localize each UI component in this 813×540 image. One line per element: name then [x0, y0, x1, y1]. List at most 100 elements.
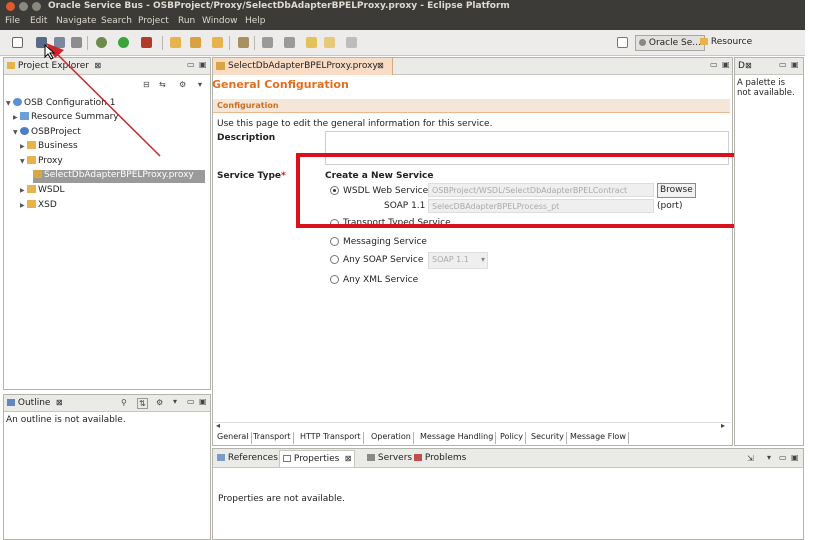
open-perspective-icon[interactable]	[617, 37, 628, 48]
wand-icon[interactable]	[190, 37, 201, 48]
minimize-icon[interactable]: ▭	[779, 453, 787, 462]
page-tab-security[interactable]: Security	[529, 432, 567, 444]
page-tab-message-handling[interactable]: Message Handling	[418, 432, 497, 444]
scroll-right-icon[interactable]: ▸	[721, 421, 725, 430]
last-edit-icon[interactable]	[306, 37, 317, 48]
configuration-section-bar[interactable]: Configuration	[213, 99, 730, 113]
radio-messaging-service[interactable]	[330, 237, 339, 246]
resource-perspective-icon	[700, 38, 708, 45]
chevron-right-icon[interactable]: ▶	[13, 114, 20, 121]
chevron-right-icon[interactable]: ▶	[20, 187, 27, 194]
references-icon	[217, 454, 225, 461]
minimize-icon[interactable]: ▭	[187, 60, 195, 69]
menu-window[interactable]: Window	[202, 16, 238, 26]
new-icon[interactable]	[12, 37, 23, 48]
new-folder-icon[interactable]	[170, 37, 181, 48]
tree-item-osbproject[interactable]: ▼ OSBProject	[13, 127, 81, 140]
chevron-right-icon[interactable]: ▶	[20, 202, 27, 209]
open-folder-icon[interactable]	[212, 37, 223, 48]
view-menu-icon[interactable]: ▾	[198, 80, 202, 89]
debug-icon[interactable]	[96, 37, 107, 48]
view-menu-icon[interactable]: ▾	[173, 397, 177, 406]
view-menu-icon[interactable]: ▾	[767, 453, 771, 462]
perspective-oracle-label: Oracle Se...	[648, 38, 701, 48]
menu-help[interactable]: Help	[245, 16, 266, 26]
maximize-icon[interactable]: ▣	[791, 60, 799, 69]
perspective-oracle-button[interactable]: Oracle Se...	[635, 35, 705, 51]
pin-view-icon[interactable]: ⇲	[747, 454, 754, 463]
collapse-all-icon[interactable]: ⊟	[143, 80, 150, 89]
page-tab-message-flow[interactable]: Message Flow	[568, 432, 629, 444]
menu-run[interactable]: Run	[178, 16, 195, 26]
hide-fields-icon[interactable]: ⚲	[121, 398, 127, 407]
tab-references[interactable]: References	[217, 453, 278, 463]
radio-any-soap-service[interactable]	[330, 255, 339, 264]
minimize-icon[interactable]: ▭	[710, 60, 718, 69]
perspective-resource-button[interactable]: Resource	[697, 35, 755, 51]
tree-item-resource-summary[interactable]: ▶ Resource Summary	[13, 112, 119, 125]
maximize-icon[interactable]: ▣	[791, 453, 799, 462]
servers-label: Servers	[377, 453, 413, 463]
menu-project[interactable]: Project	[138, 16, 169, 26]
editor-scroll-track[interactable]	[215, 422, 730, 431]
chevron-down-icon[interactable]: ▼	[13, 129, 20, 136]
intro-text: Use this page to edit the general inform…	[217, 119, 493, 129]
chevron-right-icon[interactable]: ▶	[20, 143, 27, 150]
highlight-box	[296, 153, 740, 228]
tab-outline[interactable]: Outline ⊠	[7, 398, 63, 408]
properties-label: Properties	[293, 454, 340, 464]
link-editor-icon[interactable]: ⇆	[159, 80, 166, 89]
menu-edit[interactable]: Edit	[30, 16, 47, 26]
window-close-button[interactable]	[6, 2, 15, 11]
menu-file[interactable]: File	[5, 16, 20, 26]
tree-item-proxy[interactable]: ▼ Proxy	[20, 156, 63, 169]
close-icon[interactable]: ⊠	[53, 398, 63, 407]
run-icon[interactable]	[118, 37, 129, 48]
window-maximize-button[interactable]	[32, 2, 41, 11]
menu-search[interactable]: Search	[101, 16, 132, 26]
page-tab-http-transport[interactable]: HTTP Transport	[298, 432, 364, 444]
page-tab-general[interactable]: General	[215, 432, 252, 444]
page-tab-operation[interactable]: Operation	[369, 432, 414, 444]
maximize-icon[interactable]: ▣	[199, 397, 207, 406]
back-icon[interactable]	[324, 37, 335, 48]
close-icon[interactable]: ⊠	[92, 61, 101, 70]
next-annotation-icon[interactable]	[262, 37, 273, 48]
tree-item-wsdl[interactable]: ▶ WSDL	[20, 185, 65, 198]
tree-item-business[interactable]: ▶ Business	[20, 141, 78, 154]
pin-icon[interactable]	[238, 37, 249, 48]
minimize-icon[interactable]: ▭	[187, 397, 195, 406]
print-icon[interactable]	[71, 37, 82, 48]
tab-project-explorer[interactable]: Project Explorer ⊠	[7, 61, 101, 71]
tab-properties[interactable]: Properties ⊠	[279, 450, 356, 467]
scroll-left-icon[interactable]: ◂	[216, 421, 220, 430]
editor-tab-active[interactable]: SelectDbAdapterBPELProxy.proxy ⊠	[213, 58, 393, 75]
external-tools-icon[interactable]	[141, 37, 152, 48]
soap-version-select[interactable]: SOAP 1.1 ▾	[428, 252, 488, 269]
filter-icon[interactable]: ⚙	[179, 80, 186, 89]
maximize-icon[interactable]: ▣	[199, 60, 207, 69]
page-tab-policy[interactable]: Policy	[498, 432, 527, 444]
menu-navigate[interactable]: Navigate	[56, 16, 96, 26]
close-icon[interactable]: ⊠	[377, 61, 384, 70]
minimize-icon[interactable]: ▭	[779, 60, 787, 69]
page-tab-transport[interactable]: Transport	[251, 432, 294, 444]
tree-item-osb-configuration[interactable]: ▼ OSB Configuration 1	[6, 98, 115, 111]
tab-palette[interactable]: D⊠	[738, 61, 752, 71]
close-icon[interactable]: ⊠	[342, 454, 352, 463]
tab-servers[interactable]: Servers	[367, 453, 412, 463]
tree-item-xsd[interactable]: ▶ XSD	[20, 200, 57, 213]
tab-problems[interactable]: Problems	[414, 453, 466, 463]
chevron-down-icon[interactable]: ▼	[6, 100, 13, 107]
close-icon[interactable]: ⊠	[745, 61, 752, 70]
prev-annotation-icon[interactable]	[284, 37, 295, 48]
tree-label: XSD	[38, 200, 57, 210]
forward-icon[interactable]	[346, 37, 357, 48]
radio-any-xml-service[interactable]	[330, 275, 339, 284]
chevron-down-icon[interactable]: ▼	[20, 158, 27, 165]
maximize-icon[interactable]: ▣	[722, 60, 730, 69]
sort-icon[interactable]: ⇅	[137, 398, 148, 409]
window-minimize-button[interactable]	[19, 2, 28, 11]
filter-icon[interactable]: ⚙	[156, 398, 163, 407]
tree-item-proxy-file-selected[interactable]: SelectDbAdapterBPELProxy.proxy	[33, 170, 205, 183]
